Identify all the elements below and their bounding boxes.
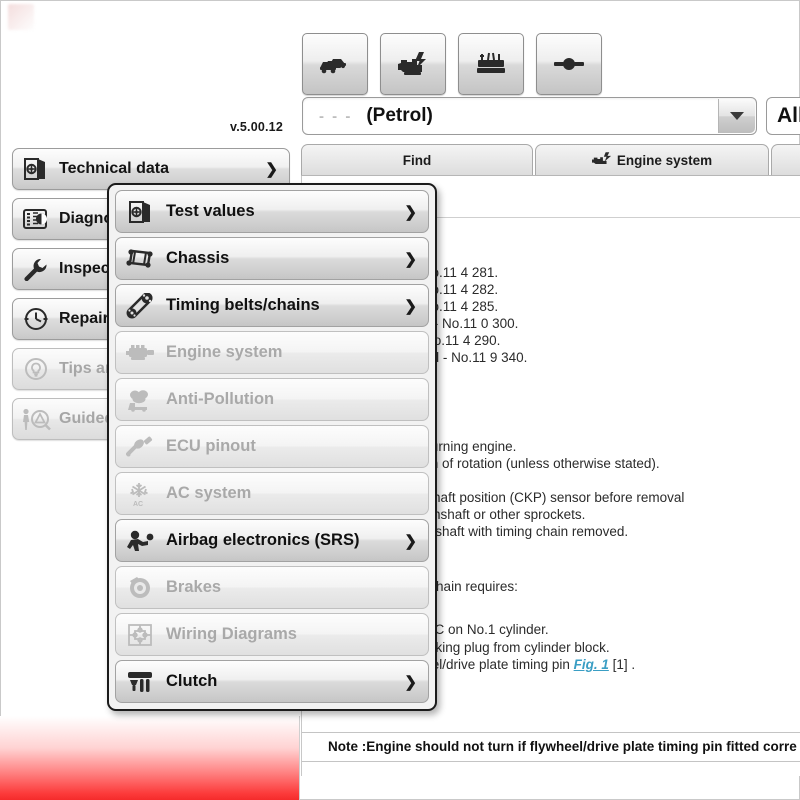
figure-link[interactable]: Fig. 1 <box>574 657 609 672</box>
menu-item-label: Wiring Diagrams <box>166 625 297 643</box>
engine-electrics-icon <box>396 51 430 77</box>
vehicle-select-value: (Petrol) <box>366 105 433 126</box>
all-button[interactable]: All <box>766 97 800 135</box>
menu-item-test-values[interactable]: Test values ❯ <box>115 190 429 233</box>
tab-find[interactable]: Find <box>301 144 533 176</box>
tab-bar: Find Engine system <box>301 144 800 176</box>
wiring-diagrams-icon <box>116 622 166 648</box>
wrench-icon <box>13 257 59 281</box>
brakes-icon <box>116 575 166 601</box>
lightbulb-icon <box>13 357 59 381</box>
ac-system-icon: AC <box>116 481 166 507</box>
chevron-down-icon[interactable] <box>718 99 755 133</box>
diagnostics-icon <box>13 207 59 231</box>
menu-item-label: Chassis <box>166 249 230 267</box>
svg-text:AC: AC <box>133 501 143 507</box>
airbag-icon <box>116 529 166 553</box>
tab-extra[interactable] <box>771 144 800 176</box>
menu-item-brakes[interactable]: Brakes <box>115 566 429 609</box>
menu-item-label: AC system <box>166 484 252 502</box>
application-window: v.5.00.12 - - - (Petrol) Al Find Engine … <box>0 0 800 800</box>
menu-item-label: Timing belts/chains <box>166 296 320 314</box>
chevron-right-icon: ❯ <box>404 297 417 315</box>
menu-item-ac-system[interactable]: AC AC system <box>115 472 429 515</box>
toolbar-button-battery[interactable] <box>458 33 524 95</box>
ecu-pinout-icon <box>116 436 166 458</box>
menu-item-anti-pollution[interactable]: Anti-Pollution <box>115 378 429 421</box>
menu-item-ecu-pinout[interactable]: ECU pinout <box>115 425 429 468</box>
sensor-icon <box>552 54 586 74</box>
doc-note-text: Note :Engine should not turn if flywheel… <box>328 739 797 754</box>
engine-icon <box>116 342 166 364</box>
menu-item-label: Anti-Pollution <box>166 390 275 408</box>
toolbar-button-engine-electrics[interactable] <box>380 33 446 95</box>
test-values-icon <box>116 200 166 224</box>
menu-item-wiring-diagrams[interactable]: Wiring Diagrams <box>115 613 429 656</box>
guided-icon <box>13 407 59 431</box>
anti-pollution-icon <box>116 388 166 412</box>
status-accent-band-edge <box>299 716 300 800</box>
toolbar-button-vehicles[interactable] <box>302 33 368 95</box>
tab-find-label: Find <box>402 153 432 168</box>
chassis-icon <box>116 247 166 271</box>
menu-item-label: Brakes <box>166 578 222 596</box>
menu-item-engine-system[interactable]: Engine system <box>115 331 429 374</box>
menu-item-chassis[interactable]: Chassis ❯ <box>115 237 429 280</box>
menu-item-airbag-electronics[interactable]: Airbag electronics (SRS) ❯ <box>115 519 429 562</box>
battery-icon <box>475 51 507 77</box>
top-toolbar <box>302 33 602 95</box>
menu-item-timing-belts-chains[interactable]: Timing belts/chains ❯ <box>115 284 429 327</box>
chevron-right-icon: ❯ <box>404 532 417 550</box>
technical-data-flyout-menu: Test values ❯ Chassis ❯ Timing belts/cha… <box>107 183 437 711</box>
menu-item-label: ECU pinout <box>166 437 256 455</box>
timing-belt-icon <box>116 292 166 319</box>
tab-engine-system-label: Engine system <box>616 153 713 168</box>
sidebar-item-label: Guided <box>59 410 115 427</box>
app-logo-watermark <box>8 4 34 30</box>
engine-icon <box>591 151 612 170</box>
menu-item-label: Engine system <box>166 343 283 361</box>
chevron-right-icon: ❯ <box>404 673 417 691</box>
chevron-right-icon: ❯ <box>404 250 417 268</box>
vehicle-select[interactable]: - - - (Petrol) <box>302 97 757 135</box>
toolbar-button-sensor[interactable] <box>536 33 602 95</box>
tab-engine-system[interactable]: Engine system <box>535 144 769 176</box>
menu-item-clutch[interactable]: Clutch ❯ <box>115 660 429 703</box>
bullet-suffix: [1] . <box>608 657 636 672</box>
menu-item-label: Test values <box>166 202 255 220</box>
menu-item-label: Airbag electronics (SRS) <box>166 531 360 549</box>
vehicles-icon <box>318 52 352 76</box>
chevron-right-icon: ❯ <box>265 161 278 178</box>
doc-note: Note :Engine should not turn if flywheel… <box>302 732 800 762</box>
sidebar-item-label: Technical data <box>59 160 169 177</box>
chevron-right-icon: ❯ <box>404 203 417 221</box>
clutch-icon <box>116 670 166 694</box>
clock-icon <box>13 307 59 331</box>
technical-data-icon <box>13 157 59 181</box>
status-accent-band <box>0 716 300 800</box>
version-label: v.5.00.12 <box>229 120 283 134</box>
menu-item-label: Clutch <box>166 672 218 690</box>
vehicle-select-placeholder-dots: - - - <box>319 107 353 125</box>
